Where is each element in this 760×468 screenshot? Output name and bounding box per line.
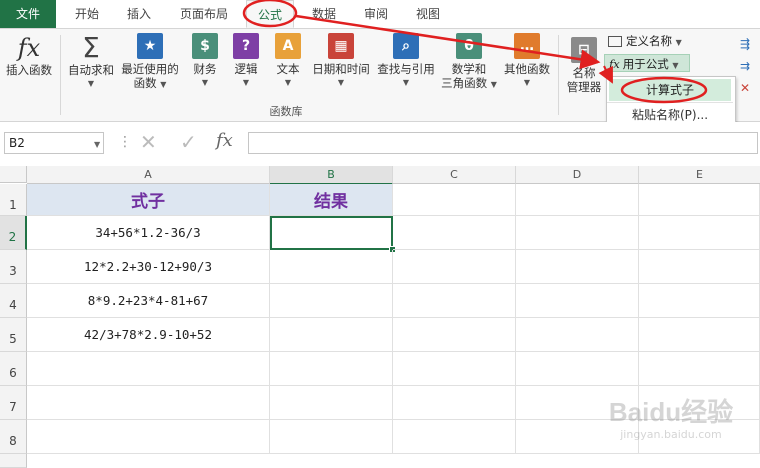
annotation-arrow-1 (295, 14, 601, 70)
annotation-overlay (242, 0, 708, 104)
annotation-arrow-2 (598, 65, 613, 84)
annotation-circle-calc-formula (620, 76, 708, 104)
annotation-circle-formulas-tab (242, 0, 298, 28)
